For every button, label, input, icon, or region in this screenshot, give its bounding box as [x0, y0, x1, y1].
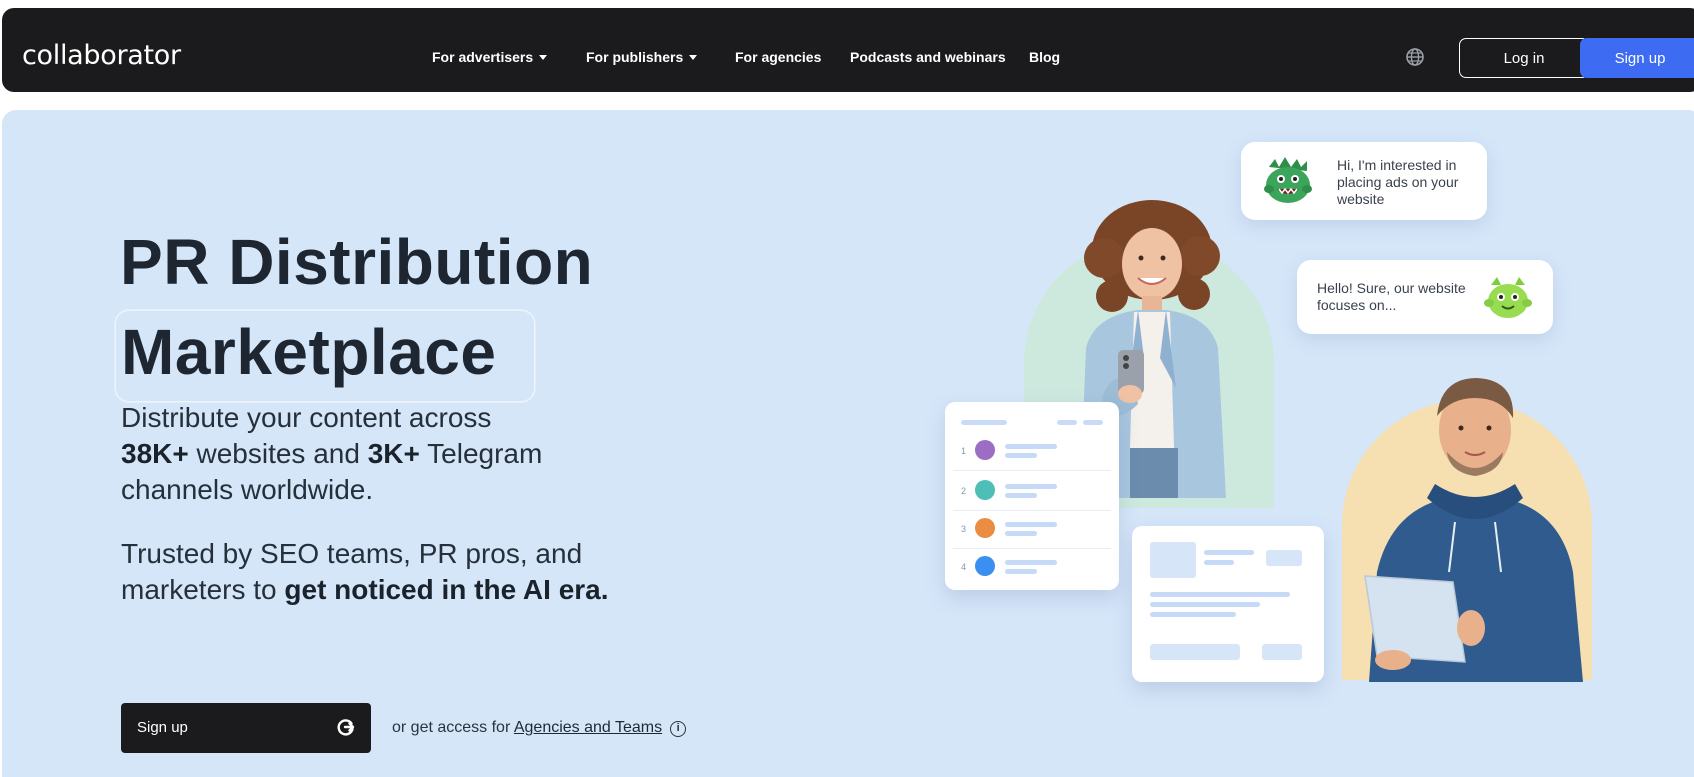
placeholder-line	[1150, 602, 1260, 607]
nav-for-advertisers[interactable]: For advertisers	[432, 49, 548, 65]
list-avatar-dot	[975, 518, 995, 538]
hero-section: PR Distribution Marketplace Distribute y…	[2, 110, 1694, 777]
list-avatar-dot	[975, 480, 995, 500]
lime-monster-avatar-icon	[1484, 277, 1532, 318]
chat-message-text: Hello! Sure, our website focuses on...	[1317, 280, 1466, 313]
image-placeholder	[1150, 542, 1196, 578]
top-nav: collaborator For advertisers For publish…	[2, 8, 1694, 92]
hero-description-line1: Distribute your content across	[121, 402, 492, 433]
row-number: 3	[961, 524, 967, 534]
hero-signup-button[interactable]: Sign up	[121, 703, 371, 753]
nav-item-label: Podcasts and webinars	[850, 49, 1006, 65]
websites-stat: 38K+	[121, 438, 189, 469]
nav-item-label: For publishers	[586, 49, 684, 65]
nav-item-label: For agencies	[735, 49, 822, 65]
row-number: 1	[961, 446, 967, 456]
caret-down-icon	[689, 55, 698, 60]
text: marketers to	[121, 574, 285, 605]
button-placeholder	[1262, 644, 1302, 660]
row-divider	[953, 510, 1111, 511]
placeholder-line	[1005, 569, 1037, 574]
caret-down-icon	[539, 55, 548, 60]
tag-placeholder	[1266, 550, 1302, 566]
placeholder-line	[1005, 531, 1037, 536]
list-avatar-dot	[975, 556, 995, 576]
placeholder-line	[1005, 453, 1037, 458]
placeholder-line	[1150, 612, 1236, 617]
hero-trust-line1: Trusted by SEO teams, PR pros, and	[121, 538, 583, 569]
publisher-list-card: 1 2 3 4	[945, 402, 1119, 590]
signup-label: Sign up	[137, 719, 188, 736]
hero-title-line1: PR Distribution	[120, 226, 594, 298]
placeholder-line	[1005, 484, 1057, 489]
list-avatar-dot	[975, 440, 995, 460]
hero-trust-line2: marketers to get noticed in the AI era.	[121, 572, 609, 608]
nav-for-agencies[interactable]: For agencies	[735, 49, 821, 65]
nav-item-label: For advertisers	[432, 49, 534, 65]
man-with-laptop-image	[1364, 378, 1583, 682]
globe-icon[interactable]	[1406, 48, 1424, 66]
placeholder-line	[1005, 493, 1037, 498]
row-divider	[953, 548, 1111, 549]
agencies-teams-link[interactable]: Agencies and Teams	[514, 719, 662, 736]
placeholder-line	[1204, 560, 1234, 565]
header-signup-button[interactable]: Sign up	[1580, 38, 1694, 78]
text: Telegram	[419, 438, 543, 469]
placeholder-line	[1204, 550, 1254, 555]
agency-access-text: or get access for Agencies and Teams i	[392, 719, 687, 737]
row-number: 2	[961, 486, 967, 496]
nav-item-label: Blog	[1029, 49, 1061, 65]
placeholder-line	[1005, 560, 1057, 565]
button-placeholder	[1150, 644, 1240, 660]
article-preview-card	[1132, 526, 1324, 682]
nav-podcasts-webinars[interactable]: Podcasts and webinars	[850, 49, 1006, 65]
chat-bubble-publisher: Hello! Sure, our website focuses on...	[1297, 260, 1553, 334]
chat-bubble-advertiser: Hi, I'm interested in placing ads on you…	[1241, 142, 1487, 220]
hero-description-line2: 38K+ websites and 3K+ Telegram	[121, 436, 542, 472]
hero-description-line3: channels worldwide.	[121, 474, 374, 505]
login-button[interactable]: Log in	[1459, 38, 1589, 78]
trust-highlight: get noticed in the AI era.	[284, 574, 609, 605]
login-label: Log in	[1503, 49, 1545, 67]
logo[interactable]: collaborator	[22, 40, 181, 71]
info-icon[interactable]: i	[670, 721, 687, 737]
chat-message-text: Hi, I'm interested in placing ads on you…	[1337, 157, 1459, 207]
text: websites and	[188, 438, 368, 469]
placeholder-line	[1005, 522, 1057, 527]
logo-text: collaborator	[22, 40, 181, 71]
telegram-stat: 3K+	[367, 438, 420, 469]
nav-blog[interactable]: Blog	[1029, 49, 1060, 65]
placeholder-line	[961, 420, 1007, 425]
placeholder-line	[1150, 592, 1290, 597]
signup-label: Sign up	[1614, 49, 1666, 67]
refresh-arrow-icon	[337, 719, 355, 736]
green-monster-avatar-icon	[1264, 157, 1312, 203]
nav-for-publishers[interactable]: For publishers	[586, 49, 698, 65]
row-divider	[953, 470, 1111, 471]
placeholder-line	[1057, 420, 1077, 425]
placeholder-line	[1005, 444, 1057, 449]
placeholder-line	[1083, 420, 1103, 425]
hero-title-line2: Marketplace	[121, 316, 497, 388]
access-prefix: or get access for	[392, 719, 514, 736]
row-number: 4	[961, 562, 967, 572]
